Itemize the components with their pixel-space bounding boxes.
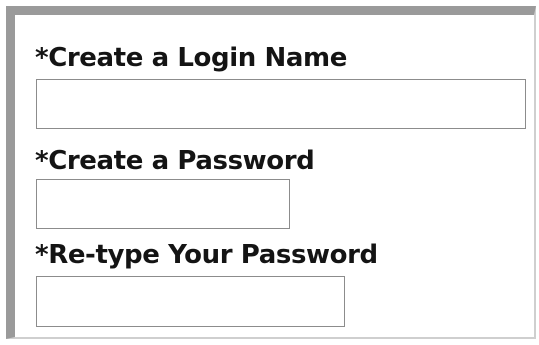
password-input[interactable] [36,179,290,229]
retype-password-input[interactable] [36,276,345,327]
registration-form-panel: *Create a Login Name *Create a Password … [6,6,536,339]
password-label: *Create a Password [35,146,315,176]
retype-password-label: *Re-type Your Password [35,240,378,270]
login-name-label: *Create a Login Name [35,43,347,73]
login-name-input[interactable] [36,79,526,129]
